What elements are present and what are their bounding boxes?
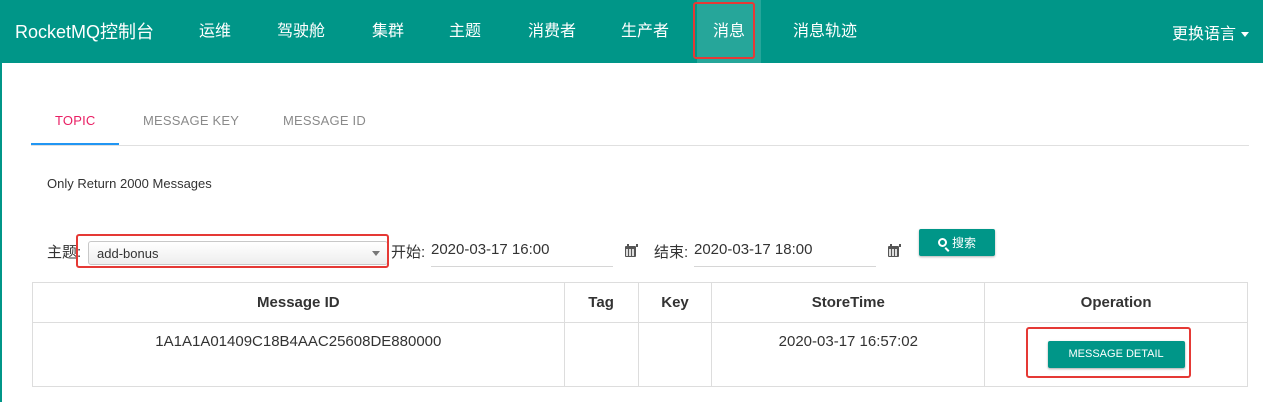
cell-store-time: 2020-03-17 16:57:02: [711, 322, 986, 387]
topic-select[interactable]: add-bonus: [88, 241, 388, 265]
column-header-store-time: StoreTime: [711, 282, 986, 323]
table-header-row: Message ID Tag Key StoreTime Operation: [32, 282, 1248, 323]
cell-tag: [563, 322, 639, 387]
nav-item-topic[interactable]: 主题: [449, 0, 481, 63]
calendar-icon[interactable]: [625, 244, 638, 257]
table-row: 1A1A1A01409C18B4AAC25608DE880000 2020-03…: [32, 322, 1248, 387]
caret-down-icon: [1241, 32, 1249, 38]
topic-label: 主题:: [47, 244, 82, 261]
column-header-message-id: Message ID: [32, 282, 565, 323]
message-detail-button[interactable]: MESSAGE DETAIL: [1047, 341, 1185, 368]
nav-item-dashboard[interactable]: 驾驶舱: [277, 0, 325, 63]
nav-item-consumer[interactable]: 消费者: [528, 0, 576, 63]
top-navbar: RocketMQ控制台 运维 驾驶舱 集群 主题 消费者 生产者 消息 消息轨迹…: [0, 0, 1263, 63]
language-dropdown[interactable]: 更换语言: [1172, 20, 1249, 44]
start-label: 开始:: [391, 244, 426, 261]
language-label: 更换语言: [1171, 26, 1236, 43]
nav-item-cluster[interactable]: 集群: [372, 0, 404, 63]
column-header-operation: Operation: [984, 282, 1248, 323]
tab-message-id[interactable]: MESSAGE ID: [283, 113, 366, 128]
column-header-key: Key: [637, 282, 713, 323]
brand-title[interactable]: RocketMQ控制台: [15, 18, 154, 44]
calendar-icon[interactable]: [888, 244, 901, 257]
end-time-input[interactable]: 2020-03-17 18:00: [694, 238, 876, 267]
tab-divider: [31, 145, 1249, 146]
cell-key: [637, 322, 713, 387]
cell-message-id: 1A1A1A01409C18B4AAC25608DE880000: [32, 322, 565, 387]
tab-message-key[interactable]: MESSAGE KEY: [143, 113, 239, 128]
topic-select-value: add-bonus: [97, 246, 159, 261]
end-label: 结束:: [654, 244, 689, 261]
column-header-tag: Tag: [563, 282, 639, 323]
info-text: Only Return 2000 Messages: [47, 176, 212, 191]
left-edge-accent: [0, 63, 2, 402]
tab-topic[interactable]: TOPIC: [55, 113, 96, 128]
search-button[interactable]: 搜索: [919, 229, 995, 256]
select-arrow-icon: [372, 251, 380, 256]
search-icon: [937, 238, 947, 247]
message-table: Message ID Tag Key StoreTime Operation 1…: [32, 282, 1248, 387]
start-time-input[interactable]: 2020-03-17 16:00: [431, 238, 613, 267]
nav-item-ops[interactable]: 运维: [199, 0, 231, 63]
nav-item-producer[interactable]: 生产者: [621, 0, 669, 63]
search-button-label: 搜索: [951, 236, 976, 250]
nav-item-message-trace[interactable]: 消息轨迹: [793, 0, 857, 63]
nav-item-message[interactable]: 消息: [697, 0, 761, 63]
cell-operation: MESSAGE DETAIL: [984, 322, 1248, 387]
